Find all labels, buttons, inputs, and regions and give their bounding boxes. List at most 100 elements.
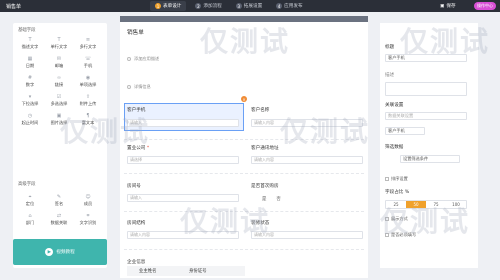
component-basic-2[interactable]: ≡ 多行文字 <box>74 36 102 52</box>
step-nav: 1 表单设计 2 添加流程 3 拓展设置 4 应用发布 <box>150 1 308 11</box>
component-icon: ▦ <box>27 56 33 62</box>
component-icon: ✉ <box>56 56 62 62</box>
step-form-design[interactable]: 1 表单设计 <box>150 1 187 11</box>
component-adv-5[interactable]: ⌗ 文字识别 <box>74 212 102 228</box>
step-number: 1 <box>155 3 161 9</box>
form-title[interactable]: 销售单 <box>127 28 144 36</box>
component-basic-9[interactable]: ▾ 下拉选择 <box>16 93 44 109</box>
component-icon: ◷ <box>27 113 33 119</box>
room-structure-input[interactable]: 请输入内容 <box>127 231 239 239</box>
radio-yes[interactable]: 是 <box>262 196 266 202</box>
component-basic-8[interactable]: ◉ 单项选择 <box>74 74 102 90</box>
component-basic-12[interactable]: ◷ 起止时间 <box>16 112 44 128</box>
component-basic-13[interactable]: ▣ 图片选择 <box>45 112 73 128</box>
width-option-25[interactable]: 25 <box>386 201 406 208</box>
row-divider <box>124 211 364 212</box>
sort-label: 排序设置 <box>391 176 408 181</box>
component-icon: ¶ <box>86 113 90 119</box>
component-basic-0[interactable]: T 描述文字 <box>16 36 44 52</box>
component-label: 单行文字 <box>50 44 68 49</box>
component-basic-10[interactable]: ☑ 多选选择 <box>45 93 73 109</box>
component-basic-11[interactable]: ⇪ 附件上传 <box>74 93 102 109</box>
save-button[interactable]: ▣ 保存 <box>440 3 456 10</box>
description-input[interactable] <box>385 82 467 96</box>
component-icon: ☏ <box>84 56 92 62</box>
house-no-input[interactable]: 请输入 <box>127 194 239 202</box>
component-label: 定位 <box>25 201 35 206</box>
company-label: 置业公司 * <box>127 145 149 151</box>
component-basic-6[interactable]: # 数字 <box>16 74 44 90</box>
company-select[interactable]: 请选择 <box>127 156 239 164</box>
customer-name-label: 客户名称 <box>251 108 270 113</box>
action-center-button[interactable]: 操作中心 <box>474 2 496 10</box>
component-basic-7[interactable]: ∞ 链接 <box>45 74 73 90</box>
component-label: 下拉选择 <box>21 101 39 106</box>
component-icon: ⌗ <box>86 213 90 219</box>
component-adv-1[interactable]: ✎ 签名 <box>45 193 73 209</box>
linked-field-tag[interactable]: 客户手机 <box>385 127 425 135</box>
component-label: 起止时间 <box>21 120 39 125</box>
component-adv-3[interactable]: ⌂ 部门 <box>16 212 44 228</box>
association-setting-label: 关联设置 <box>385 103 404 108</box>
component-icon: ⌂ <box>28 213 32 219</box>
width-option-100[interactable]: 100 <box>446 201 466 208</box>
component-icon: ☑ <box>56 94 62 100</box>
customer-phone-input[interactable]: 请输入 <box>127 119 239 127</box>
component-icon: ◉ <box>85 75 91 81</box>
top-bar: 销售单 1 表单设计 2 添加流程 3 拓展设置 4 应用发布 ▣ 保存 操作中… <box>0 0 500 12</box>
filter-condition-button[interactable]: 设置筛选条件 <box>400 155 460 163</box>
component-icon: ⇄ <box>56 213 62 219</box>
title-setting-label: 标题 <box>385 45 395 50</box>
first-purchase-radio-group[interactable]: 是 否 <box>262 196 281 202</box>
column-header: 业主姓名 <box>139 269 157 274</box>
title-input[interactable]: 客户手机 <box>385 54 467 62</box>
required-label: 是否必须填写 <box>391 232 417 237</box>
component-label: 日期 <box>25 63 35 68</box>
step-number: 3 <box>235 3 242 9</box>
label-text: 置业公司 <box>127 146 146 151</box>
width-option-75[interactable]: 75 <box>426 201 446 208</box>
component-basic-14[interactable]: ¶ 富文本 <box>74 112 102 128</box>
sort-setting[interactable]: 排序设置 <box>385 176 408 182</box>
step-label: 添加流程 <box>203 4 222 9</box>
decoration-label: 装修状态 <box>251 221 270 226</box>
display-mode-setting[interactable]: 展示方式 <box>385 216 408 222</box>
video-tutorial-banner[interactable]: ▶ 视频教程 <box>13 239 107 265</box>
component-adv-2[interactable]: ☺ 成员 <box>74 193 102 209</box>
room-structure-label: 房间结构 <box>127 221 146 226</box>
component-basic-3[interactable]: ▦ 日期 <box>16 55 44 71</box>
customer-address-input[interactable]: 请输入内容 <box>251 156 363 164</box>
customer-name-input[interactable]: 请输入内容 <box>251 119 363 127</box>
component-icon: ▾ <box>28 94 32 100</box>
step-publish-app[interactable]: 4 应用发布 <box>271 1 307 11</box>
component-icon: ⌖ <box>28 194 32 200</box>
component-basic-1[interactable]: T 单行文字 <box>45 36 73 52</box>
row-divider <box>124 249 364 250</box>
step-extend-settings[interactable]: 3 拓展设置 <box>231 1 267 11</box>
component-basic-4[interactable]: ✉ 邮箱 <box>45 55 73 71</box>
row-divider <box>124 173 364 174</box>
required-setting[interactable]: 是否必须填写 <box>385 232 416 238</box>
component-basic-5[interactable]: ☏ 手机 <box>74 55 102 71</box>
radio-no[interactable]: 否 <box>276 196 280 202</box>
customer-address-label: 客户通讯地址 <box>251 146 279 151</box>
step-add-flow[interactable]: 2 添加流程 <box>190 1 226 11</box>
component-label: 手机 <box>83 63 93 68</box>
component-icon: ≡ <box>85 37 91 43</box>
association-input[interactable]: 数据关联设置 <box>385 112 467 120</box>
step-label: 拓展设置 <box>243 4 263 9</box>
component-adv-4[interactable]: ⇄ 数据关联 <box>45 212 73 228</box>
component-adv-0[interactable]: ⌖ 定位 <box>16 193 44 209</box>
description-label: 描述 <box>385 73 395 78</box>
component-icon: T <box>57 37 61 43</box>
field-width-segmented[interactable]: 25 50 75 100 <box>385 200 467 209</box>
width-option-50[interactable]: 50 <box>406 201 426 208</box>
component-label: 多选选择 <box>50 101 68 106</box>
component-icon: ⇪ <box>85 94 91 100</box>
add-description-option[interactable]: 添加应用描述 <box>127 56 159 62</box>
detail-info-option[interactable]: 详情信息 <box>127 84 151 90</box>
decoration-input[interactable]: 请输入内容 <box>251 231 363 239</box>
canvas-header-bar <box>120 16 368 22</box>
delete-field-icon[interactable]: × <box>241 96 247 102</box>
first-purchase-label: 是否首次购房 <box>251 184 279 189</box>
